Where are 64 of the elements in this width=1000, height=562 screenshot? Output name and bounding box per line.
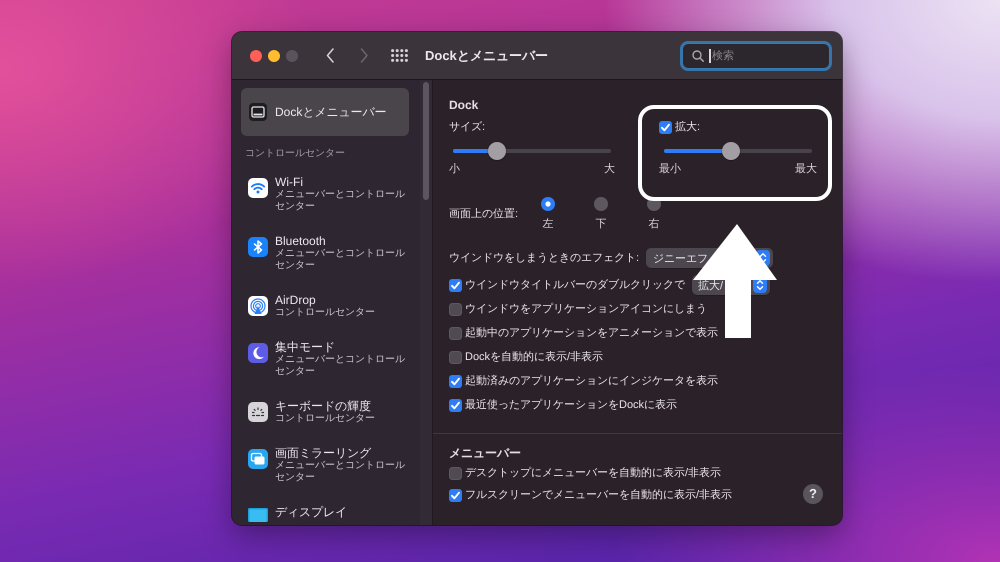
checkbox[interactable] (449, 278, 462, 292)
checkbox-label: 拡大: (675, 120, 700, 135)
chevron-right-icon (360, 48, 369, 63)
slider-label: サイズ: (449, 120, 486, 135)
slider-min-label: 小 (449, 162, 460, 176)
field-label: ウインドウをしまうときのエフェクト: (449, 251, 640, 265)
checkbox[interactable] (659, 120, 672, 134)
checkbox[interactable] (449, 350, 462, 364)
search-field[interactable]: 検索 (682, 42, 830, 68)
checkbox-label: ウインドウをアプリケーションアイコンにしまう (465, 302, 707, 316)
sidebar-item[interactable]: Bluetooth メニューバーとコントロールセンター (232, 226, 420, 285)
overlapping-screens-icon (248, 449, 268, 469)
close-button[interactable] (250, 50, 262, 62)
section-heading: Dock (449, 97, 480, 114)
checkbox-label: 起動中のアプリケーションをアニメーションで表示 (465, 326, 718, 340)
radio-label: 右 (648, 217, 660, 231)
checkbox-label: Dockを自動的に表示/非表示 (465, 350, 604, 364)
checkbox-label: デスクトップにメニューバーを自動的に表示/非表示 (465, 466, 722, 480)
magnification-slider[interactable] (664, 142, 812, 160)
checkbox[interactable] (449, 326, 462, 340)
radio-label: 左 (542, 217, 554, 231)
sidebar-item[interactable]: Wi-Fi メニューバーとコントロールセンター (232, 167, 420, 226)
window-icon (249, 103, 267, 121)
scrollbar-thumb[interactable] (423, 82, 429, 200)
sidebar-item[interactable]: キーボードの輝度 コントロールセンター (232, 391, 420, 438)
moon-icon (248, 343, 268, 363)
chevron-left-icon (326, 48, 335, 63)
slider-max-label: 大 (604, 162, 615, 176)
keyboard-brightness-icon (248, 402, 268, 422)
radio-button[interactable] (594, 197, 608, 211)
window-title: Dockとメニューバー (425, 46, 548, 64)
checkbox[interactable] (449, 374, 462, 388)
grid-icon[interactable] (391, 49, 408, 62)
checkbox-label: 最近使ったアプリケーションをDockに表示 (465, 398, 678, 412)
bluetooth-icon (248, 237, 268, 257)
sidebar-item[interactable]: ディスプレイ (232, 497, 420, 522)
radio-label: 下 (596, 217, 606, 231)
checkbox[interactable] (449, 398, 462, 412)
checkbox-label: 起動済みのアプリケーションにインジケータを表示 (465, 374, 718, 388)
sidebar-item[interactable]: 画面ミラーリング メニューバーとコントロールセンター (232, 438, 420, 497)
search-icon (692, 50, 704, 62)
slider-min-label: 最小 (659, 162, 681, 176)
concentric-rings-icon (248, 296, 268, 316)
checkbox[interactable] (449, 488, 462, 502)
sidebar-section-header: コントロールセンター (245, 147, 346, 161)
checkbox-label: フルスクリーンでメニューバーを自動的に表示/非表示 (465, 488, 732, 502)
size-slider[interactable] (453, 142, 611, 160)
minimize-button[interactable] (268, 50, 280, 62)
checkbox[interactable] (449, 302, 462, 316)
slider-max-label: 最大 (795, 162, 817, 176)
display-icon (248, 508, 268, 522)
wifi-icon (248, 178, 268, 198)
checkbox-label: ウインドウタイトルバーのダブルクリックで (465, 278, 685, 292)
slider-thumb[interactable] (488, 142, 506, 160)
checkbox[interactable] (449, 466, 462, 480)
section-heading: メニューバー (449, 445, 522, 462)
sidebar-item[interactable]: Dockとメニューバー (241, 88, 409, 136)
text-cursor-icon (709, 48, 710, 62)
slider-thumb[interactable] (722, 142, 740, 160)
sidebar-item[interactable]: 集中モード メニューバーとコントロールセンター (232, 332, 420, 391)
sidebar-item[interactable]: AirDrop コントロールセンター (232, 285, 420, 332)
field-label: 画面上の位置: (449, 207, 520, 221)
radio-button[interactable] (541, 197, 555, 211)
help-button[interactable]: ? (803, 484, 823, 504)
